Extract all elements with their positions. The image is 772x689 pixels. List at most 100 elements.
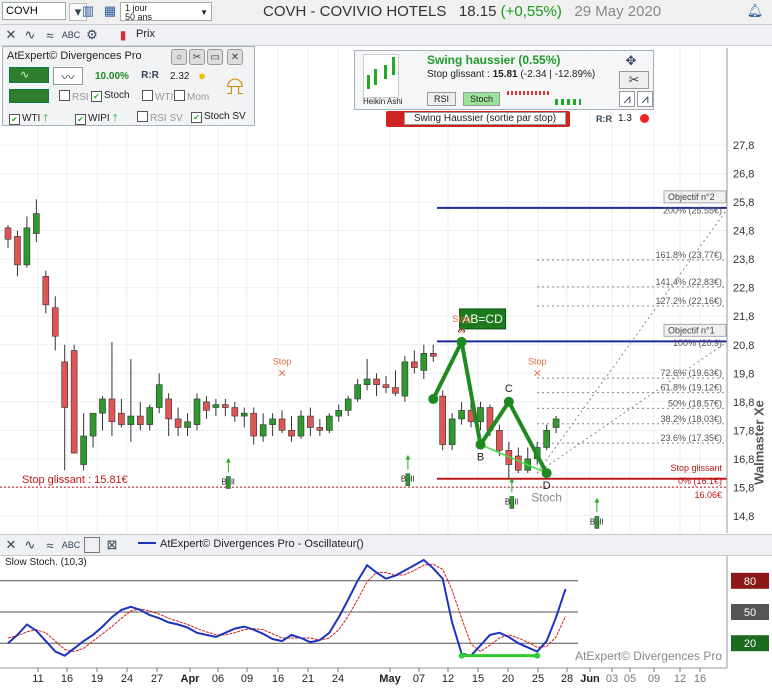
candle-body xyxy=(496,430,503,451)
objective-label: Objectif n°2 xyxy=(668,192,715,202)
stoch-chip[interactable]: Stoch xyxy=(463,92,501,106)
tools-icon[interactable]: ✕ xyxy=(3,536,19,554)
candle-body xyxy=(392,387,399,394)
fibo-level-label: 50% (18.57€) xyxy=(668,398,722,408)
x-tick-label: 09 xyxy=(241,673,253,685)
window-icon[interactable] xyxy=(84,537,100,553)
stoch-sv-checkbox[interactable]: ✔ Stoch SV xyxy=(191,111,246,123)
ratio-icon[interactable]: R:R xyxy=(593,111,615,127)
swing-title: Swing haussier (0.55%) xyxy=(427,53,561,67)
candle-body xyxy=(344,398,352,411)
fibo-level-label: 141.4% (22.83€) xyxy=(655,277,722,287)
minimize-icon[interactable]: ▭ xyxy=(207,49,223,65)
swing-stop-text: Stop glissant : 15.81 (-2.34 | -12.89%) xyxy=(427,69,595,80)
y-tick-label: 27,8 xyxy=(733,140,754,152)
swing-panel: Heikin Ashi Swing haussier (0.55%) Stop … xyxy=(354,50,654,110)
candle-body xyxy=(23,227,31,266)
stoch-checkbox[interactable]: ✔ Stoch xyxy=(91,90,130,102)
abc-icon[interactable]: ABC xyxy=(62,536,81,554)
candle-body xyxy=(14,236,21,266)
bull-marker-candle xyxy=(226,476,231,489)
bull-arrow-icon: ▲ xyxy=(224,456,232,465)
oscillator-icon[interactable]: ≈ xyxy=(42,536,58,554)
divergence-button[interactable]: ∿ xyxy=(9,67,49,83)
circle-icon[interactable]: ○ xyxy=(171,49,187,65)
heikin-ashi-thumbnail[interactable] xyxy=(363,54,399,98)
candle-body xyxy=(278,418,286,431)
x-tick-label: 06 xyxy=(212,673,224,685)
candle-body xyxy=(165,398,172,420)
wti-up-label: WTI xyxy=(22,113,41,124)
candle-body xyxy=(155,384,163,408)
candle-body xyxy=(231,407,239,417)
fibo-level-label: 23.6% (17.35€) xyxy=(660,433,722,443)
wave-select-icon[interactable]: 〰 xyxy=(53,67,83,85)
pattern-point xyxy=(475,439,486,450)
x-tick-label: Jun xyxy=(580,673,600,685)
candle-body xyxy=(373,378,380,385)
y-tick-label: 26,8 xyxy=(733,169,754,181)
x-tick-label: 19 xyxy=(91,673,103,685)
bull-arrow-icon: ▲ xyxy=(404,453,412,462)
y-tick-label: 22,8 xyxy=(733,283,754,295)
bull-marker-candle xyxy=(509,496,515,509)
arrow-up-icon: 🡑 xyxy=(112,113,118,124)
candle-body xyxy=(401,361,409,397)
close-icon[interactable]: ⊠ xyxy=(104,536,120,554)
wti-checkbox[interactable]: WTI xyxy=(142,90,173,103)
wti-up-checkbox[interactable]: ✔ WTI 🡑 xyxy=(9,111,48,128)
mom-checkbox[interactable]: Mom xyxy=(174,90,209,103)
x-tick-label: 03 xyxy=(606,673,618,685)
stop-label: Stop glissant xyxy=(670,463,722,473)
rsi-chip[interactable]: RSI xyxy=(427,92,457,106)
wipi-up-checkbox[interactable]: ✔ WIPI 🡑 xyxy=(75,111,118,128)
chart-small-icon-2[interactable]: ⩘ xyxy=(637,91,653,107)
indicator-icon[interactable]: ∿ xyxy=(22,536,38,554)
stop-marker-icon: ⨯ xyxy=(277,368,286,380)
pattern-point xyxy=(456,336,467,347)
candle-body xyxy=(89,412,97,437)
wti-label: WTI xyxy=(155,92,174,103)
candle-body xyxy=(363,378,371,385)
rsi-sv-checkbox[interactable]: RSI SV xyxy=(137,111,183,124)
candle-body xyxy=(477,407,484,423)
scissors-icon[interactable]: ✂ xyxy=(189,49,205,65)
bell-icon[interactable]: ⍾ xyxy=(218,70,252,101)
move-icon[interactable]: ✥ xyxy=(623,53,639,69)
scissors-icon[interactable]: ✂ xyxy=(619,71,649,89)
chart-small-icon[interactable]: ⩘ xyxy=(619,91,635,107)
oscillator-title-text: AtExpert© Divergences Pro - Oscillateur(… xyxy=(160,538,364,550)
candle-body xyxy=(250,412,257,437)
pattern-point xyxy=(503,396,514,407)
bull-arrow-icon: ▲ xyxy=(508,475,516,484)
rsi-checkbox[interactable]: RSI xyxy=(59,90,89,103)
divergence-toggle-button[interactable] xyxy=(9,89,49,103)
candle-body xyxy=(118,412,125,425)
swing-banner[interactable]: Swing Haussier (sortie par stop) xyxy=(386,111,570,127)
rsi-histogram xyxy=(507,91,581,105)
y-tick-label: 25,8 xyxy=(733,197,754,209)
y-tick-label: 20,8 xyxy=(733,340,754,352)
candle-icon xyxy=(367,75,370,89)
candle-icon xyxy=(392,57,395,75)
fibo-level-label: 72.6% (19.63€) xyxy=(660,368,722,378)
candle-body xyxy=(552,418,560,428)
fibo-level-label: 100% (20.9) xyxy=(673,338,722,348)
bull-arrow-icon: ▲ xyxy=(593,495,601,504)
candle-body xyxy=(174,418,182,428)
candle-body xyxy=(458,410,465,420)
x-tick-label: 28 xyxy=(561,673,573,685)
candle-body xyxy=(108,398,116,423)
candle-body xyxy=(325,415,333,431)
bull-marker-candle xyxy=(405,473,411,486)
x-tick-label: 24 xyxy=(332,673,344,685)
ratio-icon[interactable]: R:R xyxy=(139,67,161,83)
candle-body xyxy=(297,415,305,437)
x-tick-label: 12 xyxy=(674,673,686,685)
candle-body xyxy=(514,455,522,471)
rsi-label: RSI xyxy=(72,92,89,103)
close-icon[interactable]: ✕ xyxy=(227,49,243,65)
x-tick-label: Apr xyxy=(181,673,201,685)
oscillator-chart: Slow Stoch. (10,3) 80 50 20 AtExpert© Diverg… xyxy=(0,554,769,668)
candle-body xyxy=(33,213,40,234)
